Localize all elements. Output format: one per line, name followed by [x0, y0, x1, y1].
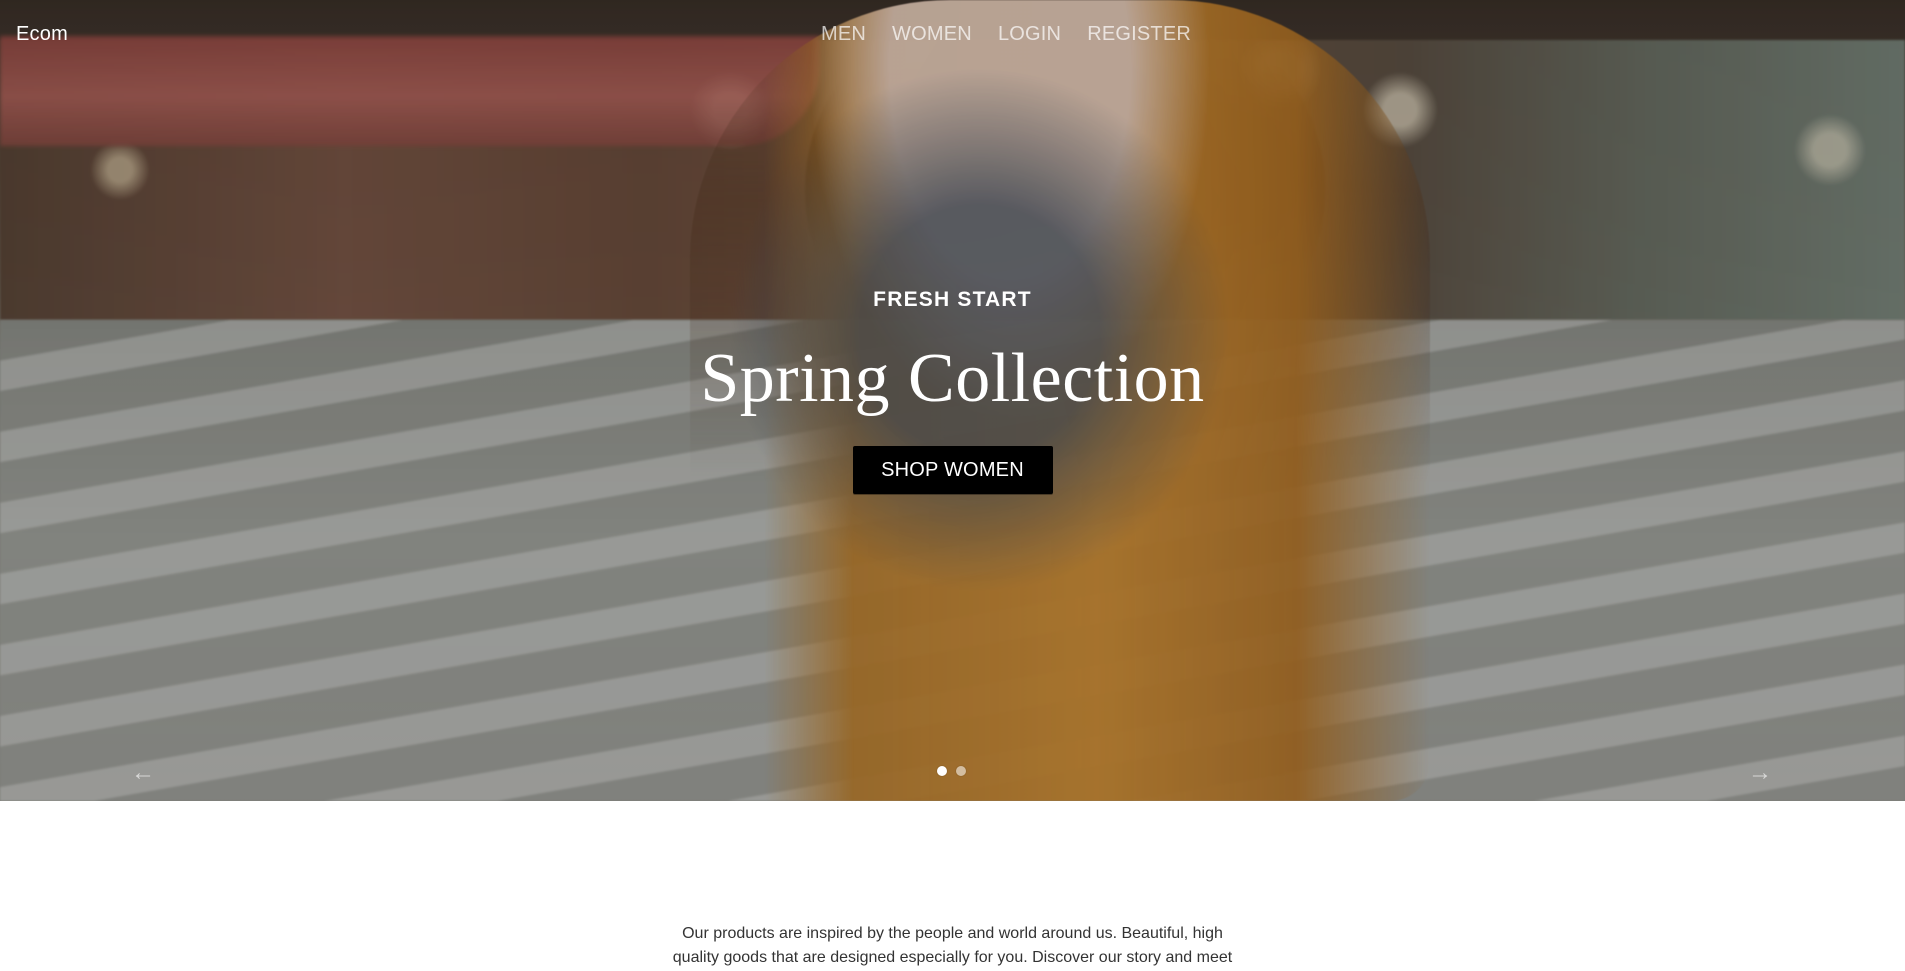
about-section: Our products are inspired by the people … [0, 922, 1905, 970]
about-text: Our products are inspired by the people … [672, 925, 1233, 966]
top-navbar: Ecom MEN WOMEN LOGIN REGISTER [0, 0, 1905, 66]
nav-link-women[interactable]: WOMEN [892, 20, 972, 48]
nav-link-men[interactable]: MEN [821, 20, 866, 48]
hero-headline: Spring Collection [700, 340, 1205, 417]
shop-women-button[interactable]: SHOP WOMEN [852, 446, 1053, 494]
carousel-indicator-2[interactable] [956, 766, 966, 776]
hero-section: Ecom MEN WOMEN LOGIN REGISTER FRESH STAR… [0, 0, 1905, 801]
nav-link-login[interactable]: LOGIN [998, 20, 1061, 48]
arrow-left-icon: ← [131, 759, 155, 786]
carousel-indicator-1[interactable] [937, 766, 947, 776]
carousel-indicators [937, 766, 966, 776]
brand-logo[interactable]: Ecom [16, 21, 68, 47]
arrow-right-icon: → [1748, 759, 1772, 786]
nav-link-register[interactable]: REGISTER [1087, 20, 1191, 48]
primary-nav: MEN WOMEN LOGIN REGISTER [821, 20, 1191, 48]
carousel-prev-button[interactable]: ← [124, 759, 162, 786]
hero-content: FRESH START Spring Collection SHOP WOMEN [0, 286, 1905, 494]
page: Ecom MEN WOMEN LOGIN REGISTER FRESH STAR… [0, 0, 1905, 971]
hero-kicker: FRESH START [873, 288, 1032, 311]
carousel-next-button[interactable]: → [1741, 759, 1779, 786]
